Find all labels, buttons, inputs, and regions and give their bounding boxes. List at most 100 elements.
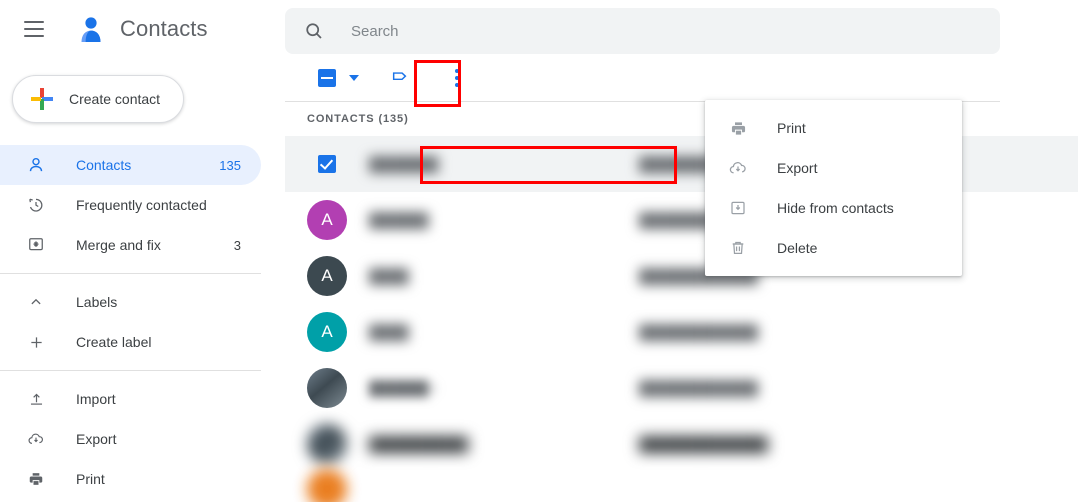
sidebar-item-label: Create label bbox=[76, 334, 152, 350]
row-checkbox[interactable] bbox=[307, 155, 347, 173]
trash-icon bbox=[727, 237, 749, 259]
contact-name-text: ████ bbox=[369, 324, 409, 340]
chevron-up-icon bbox=[24, 290, 48, 314]
select-all-checkbox[interactable] bbox=[307, 58, 347, 98]
sidebar-item-count: 135 bbox=[219, 157, 241, 173]
sidebar-item-print[interactable]: Print bbox=[0, 459, 261, 499]
dot bbox=[455, 69, 459, 73]
row-avatar-slot[interactable] bbox=[307, 424, 347, 464]
avatar bbox=[307, 424, 347, 464]
merge-fix-icon bbox=[24, 233, 48, 257]
person-outline-icon bbox=[24, 153, 48, 177]
sidebar-item-label: Print bbox=[76, 471, 105, 487]
avatar: A bbox=[307, 200, 347, 240]
plus-icon bbox=[24, 330, 48, 354]
contact-name-text: ██████ bbox=[369, 212, 429, 228]
menu-item-hide-from-contacts[interactable]: Hide from contacts bbox=[705, 188, 962, 228]
avatar bbox=[307, 469, 347, 502]
menu-item-label: Print bbox=[777, 120, 806, 136]
avatar: A bbox=[307, 312, 347, 352]
sidebar-item-count: 3 bbox=[233, 237, 241, 253]
contact-email-text: ████████████ bbox=[639, 324, 759, 340]
sidebar-item-contacts[interactable]: Contacts 135 bbox=[0, 145, 261, 185]
menu-item-export[interactable]: Export bbox=[705, 148, 962, 188]
contact-name-text: ████ bbox=[369, 268, 409, 284]
sidebar-item-import[interactable]: Import bbox=[0, 379, 261, 419]
search-input[interactable]: Search bbox=[285, 8, 1000, 54]
cloud-download-icon bbox=[727, 157, 749, 179]
contact-email: ████████████ bbox=[639, 324, 758, 340]
row-avatar-slot[interactable]: A bbox=[307, 256, 347, 296]
checkbox-checked-icon bbox=[318, 155, 336, 173]
search-placeholder: Search bbox=[351, 22, 399, 40]
dot bbox=[455, 76, 459, 80]
hamburger-line bbox=[24, 27, 44, 30]
avatar bbox=[307, 368, 347, 408]
menu-item-label: Delete bbox=[777, 240, 818, 256]
sidebar-divider bbox=[0, 273, 261, 274]
printer-icon bbox=[727, 117, 749, 139]
sidebar-item-export[interactable]: Export bbox=[0, 419, 261, 459]
sidebar-item-frequently-contacted[interactable]: Frequently contacted bbox=[0, 185, 261, 225]
contact-name-text: ███████ bbox=[369, 156, 439, 172]
label-tag-icon bbox=[390, 65, 412, 92]
caret-down-icon[interactable] bbox=[349, 75, 359, 81]
row-avatar-slot[interactable]: A bbox=[307, 312, 347, 352]
table-row[interactable]: ██████████ █████████████ bbox=[285, 416, 1078, 472]
sidebar-item-labels[interactable]: Labels bbox=[0, 282, 261, 322]
more-actions-menu: Print Export Hide from contacts Delete bbox=[705, 100, 962, 276]
menu-item-label: Export bbox=[777, 160, 818, 176]
contact-email-text: ████████████ bbox=[639, 380, 759, 396]
search-bar-wrap: Search bbox=[285, 0, 1078, 54]
more-actions-button[interactable] bbox=[437, 58, 477, 98]
contact-email-text: █████████████ bbox=[639, 436, 768, 452]
more-vert-icon bbox=[455, 69, 459, 87]
sidebar: Contacts Create contact Contacts 135 Fre… bbox=[0, 0, 285, 502]
contact-name-text: ██████ i bbox=[369, 380, 436, 396]
dot bbox=[455, 83, 459, 87]
row-avatar-slot[interactable] bbox=[307, 469, 347, 502]
table-row[interactable] bbox=[285, 469, 1078, 502]
contact-name: ████ bbox=[369, 268, 539, 284]
sidebar-item-create-label[interactable]: Create label bbox=[0, 322, 261, 362]
list-toolbar bbox=[285, 54, 1078, 102]
sidebar-item-label: Export bbox=[76, 431, 117, 447]
contact-name-text: ██████████ bbox=[369, 436, 469, 452]
sidebar-divider bbox=[0, 370, 261, 371]
printer-icon bbox=[24, 467, 48, 491]
google-plus-icon bbox=[31, 88, 53, 110]
cloud-download-icon bbox=[24, 427, 48, 451]
menu-item-print[interactable]: Print bbox=[705, 108, 962, 148]
sidebar-item-label: Import bbox=[76, 391, 116, 407]
brand-bar: Contacts bbox=[0, 0, 285, 57]
sidebar-item-label: Labels bbox=[76, 294, 118, 310]
sidebar-item-merge-and-fix[interactable]: Merge and fix 3 bbox=[0, 225, 261, 265]
hamburger-icon[interactable] bbox=[24, 17, 48, 41]
contact-name: ██████ bbox=[369, 212, 539, 228]
contact-name: ████ bbox=[369, 324, 539, 340]
menu-item-label: Hide from contacts bbox=[777, 200, 894, 216]
plus-arm-yellow bbox=[31, 97, 41, 101]
contact-email: █████████████ bbox=[639, 436, 768, 452]
main-panel: Search CONTACTS (135) ███████ ██████████… bbox=[285, 0, 1078, 502]
manage-labels-button[interactable] bbox=[381, 58, 421, 98]
create-contact-label: Create contact bbox=[69, 91, 161, 107]
menu-item-delete[interactable]: Delete bbox=[705, 228, 962, 268]
create-contact-button[interactable]: Create contact bbox=[12, 75, 184, 123]
avatar: A bbox=[307, 256, 347, 296]
contact-name: ██████████ bbox=[369, 436, 539, 452]
contacts-app: Contacts Create contact Contacts 135 Fre… bbox=[0, 0, 1078, 502]
sidebar-item-label: Frequently contacted bbox=[76, 197, 207, 213]
table-row[interactable]: A ████ ████████████ bbox=[285, 304, 1078, 360]
contact-email: ████████████ bbox=[639, 380, 758, 396]
sidebar-item-label: Merge and fix bbox=[76, 237, 161, 253]
row-avatar-slot[interactable] bbox=[307, 368, 347, 408]
table-row[interactable]: ██████ i ████████████ bbox=[285, 360, 1078, 416]
hide-contacts-icon bbox=[727, 197, 749, 219]
page-title: Contacts bbox=[120, 15, 208, 41]
search-icon bbox=[303, 20, 325, 42]
row-avatar-slot[interactable]: A bbox=[307, 200, 347, 240]
upload-icon bbox=[24, 387, 48, 411]
hamburger-line bbox=[24, 20, 44, 23]
checkbox-indeterminate-icon bbox=[318, 69, 336, 87]
